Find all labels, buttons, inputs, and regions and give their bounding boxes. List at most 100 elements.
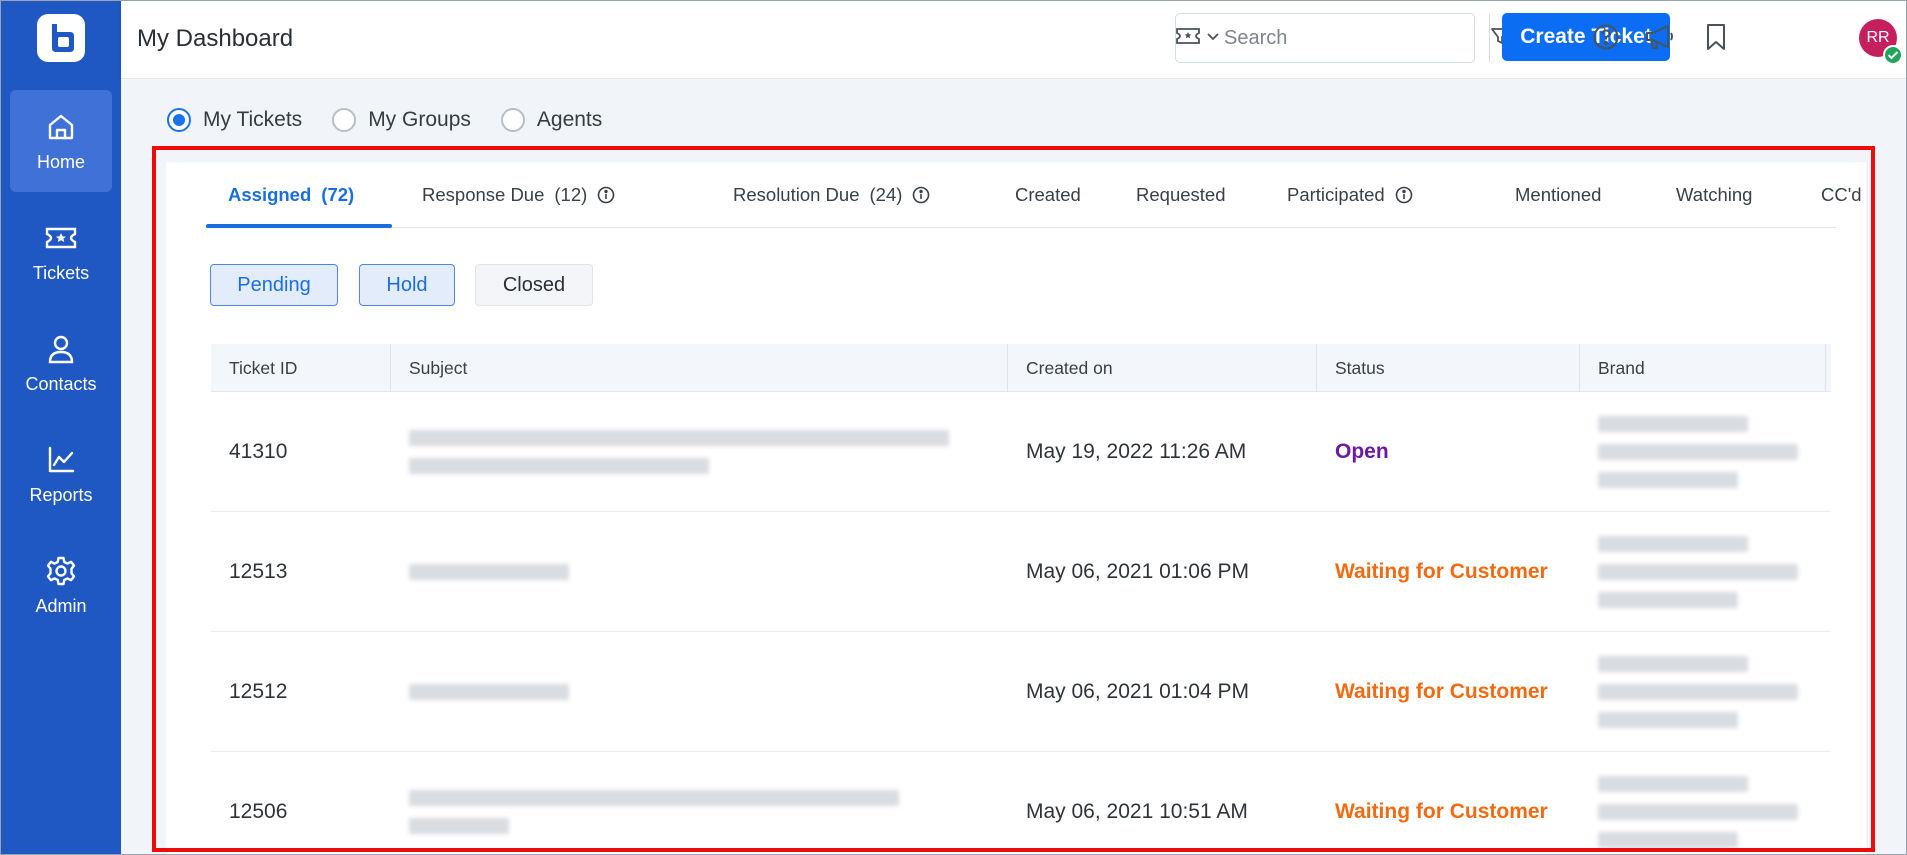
sidebar-item-reports[interactable]: Reports — [10, 423, 112, 525]
created-on: May 06, 2021 10:51 AM — [1026, 800, 1248, 823]
tab-response-due[interactable]: Response Due (12) — [422, 162, 615, 228]
tab-label: Response Due — [422, 184, 545, 205]
subject-redacted — [391, 392, 951, 512]
column-label: Ticket ID — [229, 357, 298, 378]
table-row[interactable]: 12512 May 06, 2021 01:04 PM Waiting for … — [211, 632, 1831, 752]
subject-redacted — [391, 512, 951, 632]
sidebar-item-admin[interactable]: Admin — [10, 534, 112, 636]
tab-created[interactable]: Created — [1015, 162, 1081, 228]
radio-button[interactable] — [332, 108, 357, 132]
created-on: May 06, 2021 01:04 PM — [1026, 680, 1249, 703]
table-header: Ticket ID Subject Created on Status Bran… — [211, 344, 1831, 392]
ticket-id[interactable]: 12513 — [211, 512, 391, 632]
sidebar-item-label: Contacts — [25, 373, 97, 394]
sidebar-item-label: Home — [36, 151, 85, 172]
column-header-created-on[interactable]: Created on — [1008, 344, 1317, 392]
help-icon[interactable] — [1589, 20, 1623, 54]
tab-label: Created — [1015, 184, 1081, 205]
app-logo-icon[interactable] — [37, 14, 85, 62]
created-on: May 06, 2021 01:06 PM — [1026, 560, 1249, 583]
tab-requested[interactable]: Requested — [1136, 162, 1225, 228]
info-icon[interactable] — [1395, 186, 1413, 204]
sidebar-item-tickets[interactable]: Tickets — [10, 201, 112, 303]
tab-mentioned[interactable]: Mentioned — [1515, 162, 1601, 228]
brand-redacted — [1580, 752, 1820, 855]
chip-label: Hold — [386, 273, 428, 296]
chip-label: Pending — [237, 273, 311, 296]
sidebar: Home Tickets Contacts Reports Admin — [1, 1, 121, 854]
bookmark-icon[interactable] — [1699, 20, 1733, 54]
top-header: My Dashboard Create Ticket — [121, 1, 1906, 79]
search-box — [1175, 13, 1509, 63]
search-type-dropdown[interactable] — [1176, 14, 1220, 62]
subject-redacted — [391, 752, 951, 855]
filter-chip-closed[interactable]: Closed — [475, 264, 593, 306]
ticket-id[interactable]: 41310 — [211, 392, 391, 512]
radio-agents[interactable]: Agents — [500, 108, 603, 132]
ticket-tabs: Assigned (72) Response Due (12) Resoluti… — [206, 162, 1862, 228]
status-badge: Waiting for Customer — [1335, 800, 1548, 823]
tab-watching[interactable]: Watching — [1676, 162, 1752, 228]
radio-my-tickets[interactable]: My Tickets — [167, 108, 302, 132]
tab-label: Participated — [1287, 184, 1385, 205]
home-icon — [44, 110, 78, 144]
column-header-ticket-id[interactable]: Ticket ID — [211, 344, 391, 392]
main-content: My Tickets My Groups Agents Assigned (72… — [121, 80, 1906, 854]
tickets-panel: Assigned (72) Response Due (12) Resoluti… — [166, 162, 1866, 854]
online-status-icon — [1883, 45, 1903, 65]
brand-redacted — [1580, 392, 1820, 512]
table-row[interactable]: 12506 May 06, 2021 10:51 AM Waiting for … — [211, 752, 1831, 855]
column-label: Status — [1335, 357, 1385, 378]
radio-button[interactable] — [500, 108, 525, 132]
page-title: My Dashboard — [137, 25, 294, 52]
status-badge: Waiting for Customer — [1335, 680, 1548, 703]
radio-my-groups[interactable]: My Groups — [332, 108, 471, 132]
tab-resolution-due[interactable]: Resolution Due (24) — [733, 162, 930, 228]
filter-chip-pending[interactable]: Pending — [210, 264, 338, 306]
chart-line-icon — [44, 443, 78, 477]
search-input[interactable] — [1220, 14, 1489, 62]
brand-redacted — [1580, 512, 1820, 632]
ticket-icon — [1176, 27, 1200, 50]
ticket-id[interactable]: 12512 — [211, 632, 391, 752]
sidebar-item-label: Reports — [29, 484, 93, 505]
column-label: Subject — [409, 357, 468, 378]
radio-label: My Groups — [368, 108, 471, 131]
tab-participated[interactable]: Participated — [1287, 162, 1413, 228]
sidebar-item-contacts[interactable]: Contacts — [10, 312, 112, 414]
person-icon — [44, 332, 78, 366]
table-row[interactable]: 12513 May 06, 2021 01:06 PM Waiting for … — [211, 512, 1831, 632]
active-tab-indicator — [206, 224, 392, 228]
tab-count: (72) — [321, 184, 355, 205]
brand-redacted — [1580, 632, 1820, 752]
chip-label: Closed — [502, 273, 566, 296]
view-selector: My Tickets My Groups Agents — [167, 108, 602, 132]
ticket-icon — [44, 221, 78, 255]
info-icon[interactable] — [912, 186, 930, 204]
tab-ccd[interactable]: CC'd — [1821, 162, 1862, 228]
column-header-status[interactable]: Status — [1317, 344, 1580, 392]
sidebar-item-label: Admin — [35, 595, 87, 616]
subject-redacted — [391, 632, 951, 752]
table-row[interactable]: 41310 May 19, 2022 11:26 AM Open — [211, 392, 1831, 512]
status-badge: Open — [1335, 440, 1389, 463]
avatar-initials: RR — [1866, 29, 1890, 46]
radio-label: My Tickets — [203, 108, 303, 131]
info-icon[interactable] — [597, 186, 615, 204]
sidebar-item-label: Tickets — [32, 262, 90, 283]
filter-chip-hold[interactable]: Hold — [359, 264, 455, 306]
tab-assigned[interactable]: Assigned (72) — [228, 162, 354, 228]
sidebar-item-home[interactable]: Home — [10, 90, 112, 192]
tab-label: Assigned — [228, 184, 312, 205]
ticket-id[interactable]: 12506 — [211, 752, 391, 855]
radio-button[interactable] — [167, 108, 191, 132]
tab-label: Watching — [1676, 184, 1753, 205]
column-label: Created on — [1026, 357, 1113, 378]
created-on: May 19, 2022 11:26 AM — [1026, 440, 1247, 463]
column-header-subject[interactable]: Subject — [391, 344, 1008, 392]
announcement-icon[interactable] — [1643, 20, 1677, 54]
column-header-brand[interactable]: Brand — [1580, 344, 1826, 392]
tab-label: CC'd — [1821, 184, 1862, 205]
radio-label: Agents — [536, 108, 603, 131]
status-badge: Waiting for Customer — [1335, 560, 1548, 583]
